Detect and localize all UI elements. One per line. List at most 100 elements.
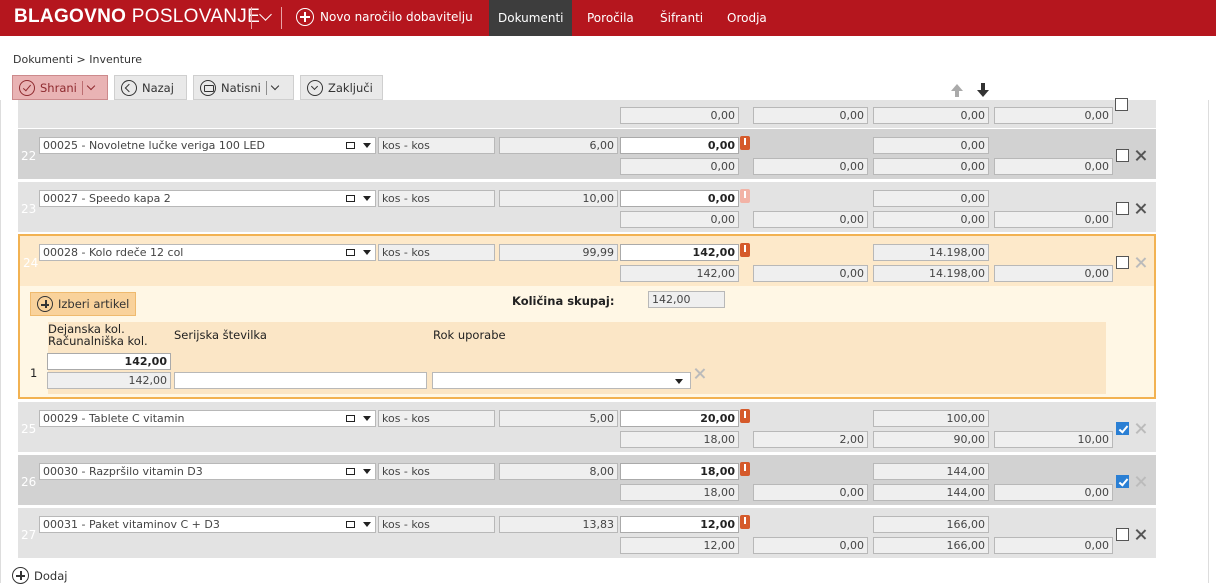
row-checkbox[interactable]	[1116, 202, 1129, 215]
value-diff-field[interactable]: 0,00	[994, 265, 1113, 282]
value-diff-field[interactable]: 0,00	[994, 211, 1113, 228]
close-icon[interactable]	[1135, 150, 1146, 161]
close-document-button[interactable]: Zaključi	[300, 75, 383, 100]
value-diff-field[interactable]: 0,00	[994, 158, 1113, 175]
window-icon[interactable]	[346, 415, 355, 422]
add-row-button[interactable]: Dodaj	[12, 567, 67, 584]
close-icon[interactable]	[1135, 423, 1146, 434]
dropdown-arrow-icon[interactable]	[363, 143, 371, 148]
breadcrumb[interactable]: Dokumenti > Inventure	[13, 53, 142, 66]
price-field[interactable]: 6,00	[499, 137, 618, 154]
price-field[interactable]: 5,00	[499, 410, 618, 427]
dropdown-arrow-icon[interactable]	[363, 469, 371, 474]
window-icon[interactable]	[346, 249, 355, 256]
new-order-button[interactable]: Novo naročilo dobavitelju	[296, 8, 473, 26]
nav-porocila[interactable]: Poročila	[578, 0, 643, 36]
value-diff-field[interactable]: 10,00	[994, 431, 1113, 448]
computed-qty-field[interactable]: 12,00	[620, 537, 739, 554]
diff-qty-field[interactable]: 0,00	[753, 107, 868, 124]
close-icon[interactable]	[1135, 529, 1146, 540]
actual-qty-input[interactable]: 18,00	[620, 463, 739, 480]
unit-field[interactable]: kos - kos	[378, 516, 495, 533]
computed-qty-field[interactable]: 0,00	[620, 211, 739, 228]
computed-qty-field[interactable]: 0,00	[620, 107, 739, 124]
window-icon[interactable]	[346, 521, 355, 528]
article-field[interactable]: 00030 - Razpršilo vitamin D3	[39, 463, 376, 480]
actual-qty-input[interactable]: 142,00	[620, 244, 739, 261]
nav-dokumenti[interactable]: Dokumenti	[489, 0, 573, 36]
row-checkbox[interactable]	[1116, 475, 1129, 488]
back-button[interactable]: Nazaj	[114, 75, 187, 100]
chevron-down-icon[interactable]	[259, 8, 272, 21]
value-actual-field[interactable]: 14.198,00	[873, 244, 989, 261]
sort-down-icon[interactable]	[977, 83, 989, 97]
actual-qty-input[interactable]: 0,00	[620, 137, 739, 154]
sort-up-icon[interactable]	[951, 84, 963, 97]
article-field[interactable]: 00028 - Kolo rdeče 12 col	[39, 244, 376, 261]
row-checkbox[interactable]	[1116, 149, 1129, 162]
article-field[interactable]: 00025 - Novoletne lučke veriga 100 LED	[39, 137, 376, 154]
computed-qty-field[interactable]: 0,00	[620, 158, 739, 175]
unit-field[interactable]: kos - kos	[378, 190, 495, 207]
value-computed-field[interactable]: 0,00	[873, 158, 989, 175]
value-diff-field[interactable]: 0,00	[994, 107, 1113, 124]
line-actual-qty-input[interactable]: 142,00	[47, 353, 171, 370]
value-computed-field[interactable]: 166,00	[873, 537, 989, 554]
value-computed-field[interactable]: 0,00	[873, 211, 989, 228]
row-checkbox[interactable]	[1116, 256, 1129, 269]
nav-sifranti[interactable]: Šifranti	[651, 0, 712, 36]
value-computed-field[interactable]: 144,00	[873, 484, 989, 501]
warning-icon[interactable]	[740, 515, 750, 529]
diff-qty-field[interactable]: 0,00	[753, 484, 868, 501]
app-brand[interactable]: BLAGOVNO POSLOVANJE	[14, 6, 260, 28]
value-computed-field[interactable]: 90,00	[873, 431, 989, 448]
unit-field[interactable]: kos - kos	[378, 463, 495, 480]
row-checkbox[interactable]	[1116, 422, 1129, 435]
print-button[interactable]: Natisni	[193, 75, 294, 100]
expiry-date-select[interactable]	[432, 372, 691, 389]
price-field[interactable]: 99,99	[499, 244, 618, 261]
value-computed-field[interactable]: 0,00	[873, 107, 989, 124]
value-actual-field[interactable]: 100,00	[873, 410, 989, 427]
unit-field[interactable]: kos - kos	[378, 244, 495, 261]
serial-number-input[interactable]	[174, 372, 427, 389]
dropdown-arrow-icon[interactable]	[363, 250, 371, 255]
window-icon[interactable]	[346, 142, 355, 149]
actual-qty-input[interactable]: 0,00	[620, 190, 739, 207]
dropdown-arrow-icon[interactable]	[675, 379, 683, 384]
value-diff-field[interactable]: 0,00	[994, 484, 1113, 501]
close-icon[interactable]	[1135, 257, 1146, 268]
select-article-button[interactable]: Izberi artikel	[30, 292, 137, 316]
warning-icon[interactable]	[740, 462, 750, 476]
unit-field[interactable]: kos - kos	[378, 410, 495, 427]
diff-qty-field[interactable]: 0,00	[753, 537, 868, 554]
computed-qty-field[interactable]: 142,00	[620, 265, 739, 282]
remove-line-icon[interactable]	[694, 368, 705, 379]
value-actual-field[interactable]: 144,00	[873, 463, 989, 480]
price-field[interactable]: 8,00	[499, 463, 618, 480]
dropdown-arrow-icon[interactable]	[363, 196, 371, 201]
computed-qty-field[interactable]: 18,00	[620, 431, 739, 448]
computed-qty-field[interactable]: 18,00	[620, 484, 739, 501]
diff-qty-field[interactable]: 0,00	[753, 211, 868, 228]
value-computed-field[interactable]: 14.198,00	[873, 265, 989, 282]
value-actual-field[interactable]: 0,00	[873, 137, 989, 154]
value-actual-field[interactable]: 0,00	[873, 190, 989, 207]
unit-field[interactable]: kos - kos	[378, 137, 495, 154]
diff-qty-field[interactable]: 0,00	[753, 265, 868, 282]
value-diff-field[interactable]: 0,00	[994, 537, 1113, 554]
chevron-down-icon[interactable]	[270, 81, 280, 91]
price-field[interactable]: 13,83	[499, 516, 618, 533]
dropdown-arrow-icon[interactable]	[363, 416, 371, 421]
warning-icon[interactable]	[740, 409, 750, 423]
diff-qty-field[interactable]: 0,00	[753, 158, 868, 175]
article-field[interactable]: 00031 - Paket vitaminov C + D3	[39, 516, 376, 533]
actual-qty-input[interactable]: 12,00	[620, 516, 739, 533]
article-field[interactable]: 00027 - Speedo kapa 2	[39, 190, 376, 207]
close-icon[interactable]	[1135, 203, 1146, 214]
nav-orodja[interactable]: Orodja	[718, 0, 776, 36]
warning-icon[interactable]	[740, 243, 750, 257]
chevron-down-icon[interactable]	[86, 81, 96, 91]
dropdown-arrow-icon[interactable]	[363, 522, 371, 527]
window-icon[interactable]	[346, 195, 355, 202]
